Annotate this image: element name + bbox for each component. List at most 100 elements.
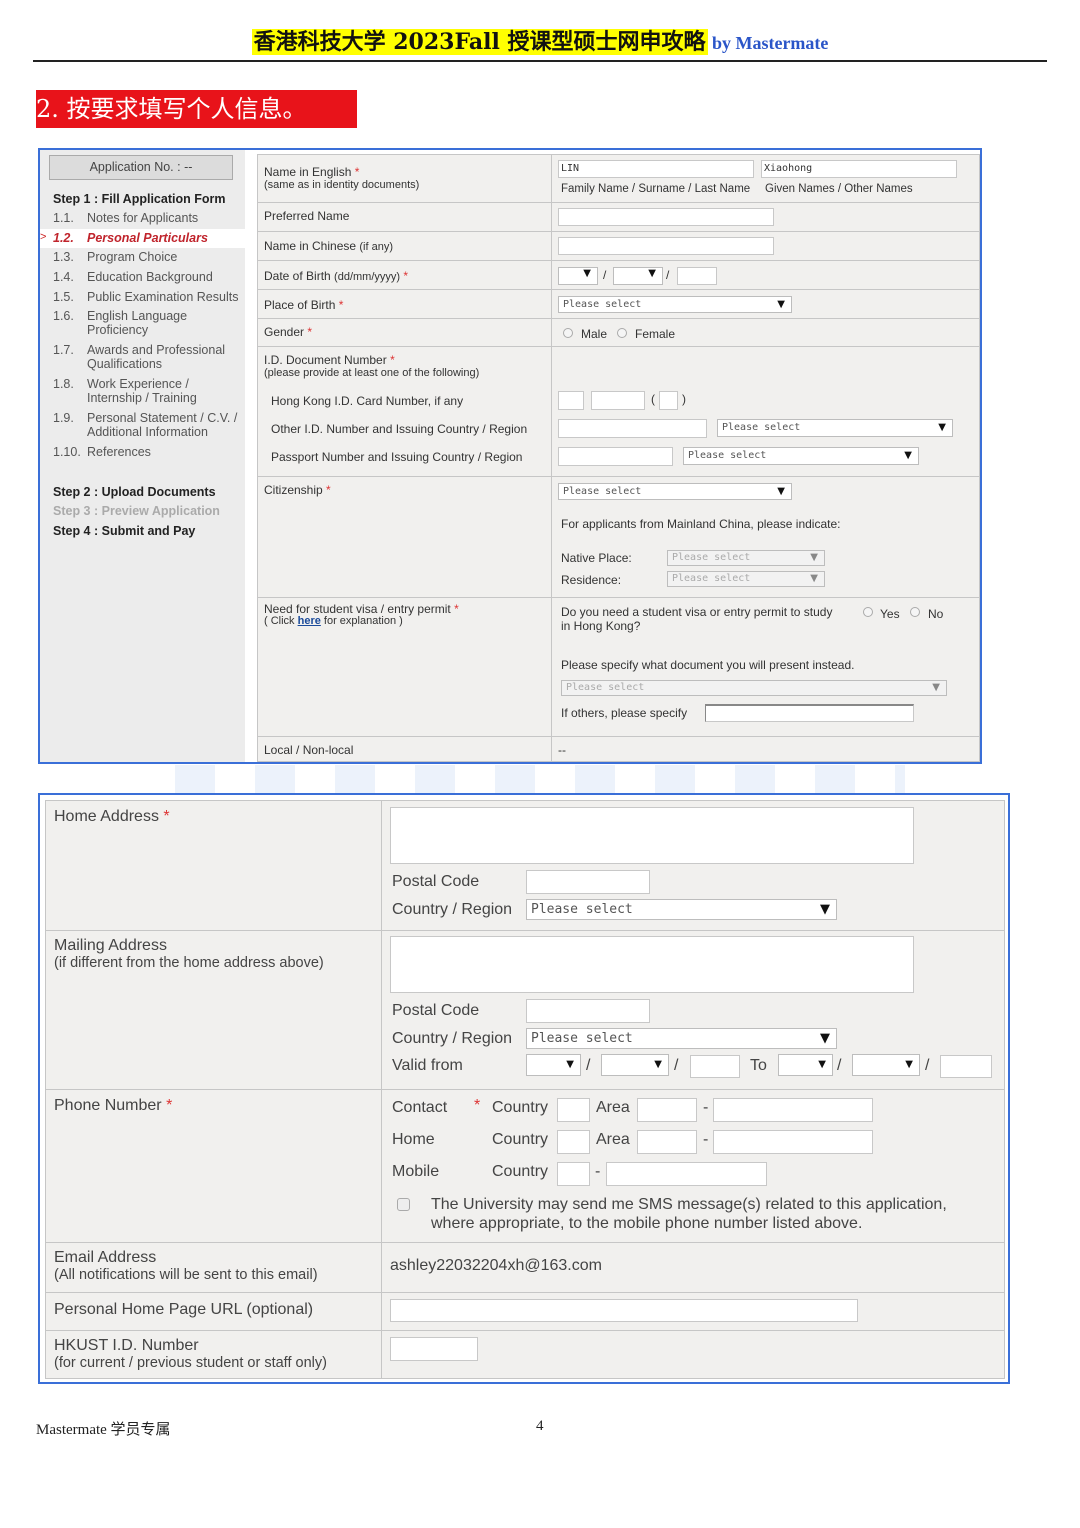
sms-checkbox[interactable] xyxy=(397,1198,410,1211)
gender-female-label: Female xyxy=(635,327,676,341)
passport-label: Passport Number and Issuing Country / Re… xyxy=(271,450,523,464)
mailing-country-select[interactable]: Please select ▼ xyxy=(526,1028,837,1049)
section-banner: 2. 按要求填写个人信息。 xyxy=(36,90,357,128)
name-chinese-input[interactable] xyxy=(558,237,774,255)
sep: / xyxy=(586,1057,591,1074)
dob-month-select[interactable]: ▼ xyxy=(613,267,663,285)
residence-select[interactable]: Please select ▼ xyxy=(667,571,825,587)
valid-from-month-select[interactable]: ▼ xyxy=(601,1054,669,1076)
home-address-textarea[interactable] xyxy=(390,807,914,864)
name-chinese-label: Name in Chinese (if any) xyxy=(264,239,394,253)
paren: ) xyxy=(682,392,686,406)
family-name-caption: Family Name / Surname / Last Name xyxy=(561,183,751,195)
visa-yes-label: Yes xyxy=(880,607,900,621)
residence-label: Residence: xyxy=(561,573,622,587)
sidebar-item-label-line2: Additional Information xyxy=(87,425,208,439)
gender-male-radio[interactable] xyxy=(563,328,573,338)
sidebar-item-label: Awards and Professional xyxy=(87,343,226,357)
visa-label: Need for student visa / entry permit * xyxy=(264,602,459,616)
valid-from-year-input[interactable] xyxy=(690,1055,740,1078)
other-id-country-select[interactable]: Please select ▼ xyxy=(717,419,953,437)
hkid-number-input[interactable] xyxy=(591,391,645,410)
family-name-input[interactable]: LIN xyxy=(558,160,754,178)
visa-yes-radio[interactable] xyxy=(863,607,873,617)
mailing-address-textarea[interactable] xyxy=(390,936,914,993)
sidebar-item-number: 1.6. xyxy=(53,309,74,323)
visa-no-radio[interactable] xyxy=(910,607,920,617)
page-number: 4 xyxy=(536,1418,544,1434)
homepage-label: Personal Home Page URL (optional) xyxy=(54,1301,314,1318)
contact-number-input[interactable] xyxy=(713,1098,873,1122)
hkid-label: Hong Kong I.D. Card Number, if any xyxy=(271,394,464,408)
sidebar-step4[interactable]: Step 4 : Submit and Pay xyxy=(53,524,195,538)
preferred-name-input[interactable] xyxy=(558,208,774,226)
active-marker: > xyxy=(40,231,47,243)
mobile-country-label: Country xyxy=(492,1163,549,1180)
hkust-id-input[interactable] xyxy=(390,1337,478,1361)
hkid-check-digit-input[interactable] xyxy=(659,391,678,410)
watermark xyxy=(175,765,905,793)
header-divider xyxy=(33,60,1047,62)
place-of-birth-select[interactable]: Please select ▼ xyxy=(558,296,792,313)
sidebar-item-label-line2: Qualifications xyxy=(87,357,163,371)
mailing-postal-input[interactable] xyxy=(526,999,650,1023)
visa-document-select[interactable]: Please select ▼ xyxy=(561,680,947,696)
application-no-button[interactable]: Application No. : -- xyxy=(49,155,233,180)
gender-label: Gender * xyxy=(264,325,313,339)
home-country-label: Country xyxy=(492,1131,549,1148)
citizenship-label: Citizenship * xyxy=(264,483,331,497)
valid-to-month-select[interactable]: ▼ xyxy=(852,1054,920,1076)
home-address-label: Home Address * xyxy=(54,808,170,825)
visa-others-input[interactable] xyxy=(705,704,914,722)
sms-consent-line2: where appropriate, to the mobile phone n… xyxy=(431,1215,863,1232)
contact-country-input[interactable] xyxy=(557,1098,590,1122)
citizenship-select[interactable]: Please select ▼ xyxy=(558,483,792,500)
gender-female-radio[interactable] xyxy=(617,328,627,338)
mobile-number-input[interactable] xyxy=(606,1162,767,1186)
hkid-prefix-input[interactable] xyxy=(558,391,584,410)
mailing-address-label: Mailing Address xyxy=(54,937,167,954)
hkust-id-note: (for current / previous student or staff… xyxy=(54,1355,327,1371)
mainland-note: For applicants from Mainland China, plea… xyxy=(561,517,841,531)
contact-country-label: Country xyxy=(492,1099,549,1116)
native-place-select[interactable]: Please select ▼ xyxy=(667,550,825,566)
given-name-input[interactable]: Xiaohong xyxy=(761,160,957,178)
homepage-input[interactable] xyxy=(390,1299,858,1322)
visa-explanation-link[interactable]: here xyxy=(298,615,321,627)
sidebar-item-label: Work Experience / xyxy=(87,377,189,391)
home-postal-input[interactable] xyxy=(526,870,650,894)
sep: / xyxy=(674,1057,679,1074)
dob-year-input[interactable] xyxy=(677,267,717,285)
contact-area-input[interactable] xyxy=(637,1098,697,1122)
sidebar-item-label-line2: Internship / Training xyxy=(87,391,197,405)
home-area-input[interactable] xyxy=(637,1130,697,1154)
sidebar-item-label: Personal Statement / C.V. / xyxy=(87,411,238,425)
sidebar-step2[interactable]: Step 2 : Upload Documents xyxy=(53,485,216,499)
dob-day-select[interactable]: ▼ xyxy=(558,267,598,285)
home-country-select[interactable]: Please select ▼ xyxy=(526,899,837,920)
mobile-country-input[interactable] xyxy=(557,1162,590,1186)
native-place-label: Native Place: xyxy=(561,551,632,565)
sidebar-item-label: English Language xyxy=(87,309,188,323)
sidebar-item-number: 1.7. xyxy=(53,343,74,357)
valid-to-day-select[interactable]: ▼ xyxy=(778,1054,833,1076)
dash: - xyxy=(703,1131,709,1148)
passport-country-select[interactable]: Please select ▼ xyxy=(683,447,919,465)
home-number-input[interactable] xyxy=(713,1130,873,1154)
passport-input[interactable] xyxy=(558,447,673,466)
sidebar-item-number: 1.2. xyxy=(53,231,74,245)
preferred-name-label: Preferred Name xyxy=(264,209,350,223)
name-english-note: (same as in identity documents) xyxy=(264,179,420,191)
mailing-postal-label: Postal Code xyxy=(392,1002,480,1019)
hkust-id-label: HKUST I.D. Number xyxy=(54,1337,199,1354)
valid-from-label: Valid from xyxy=(392,1057,463,1074)
other-id-input[interactable] xyxy=(558,419,707,438)
valid-to-year-input[interactable] xyxy=(940,1055,992,1078)
home-phone-label: Home xyxy=(392,1131,435,1148)
id-doc-label: I.D. Document Number * xyxy=(264,353,395,367)
contact-area-label: Area xyxy=(596,1099,630,1116)
valid-from-day-select[interactable]: ▼ xyxy=(526,1054,581,1076)
home-country-input[interactable] xyxy=(557,1130,590,1154)
email-note: (All notifications will be sent to this … xyxy=(54,1267,318,1283)
home-postal-label: Postal Code xyxy=(392,873,480,890)
